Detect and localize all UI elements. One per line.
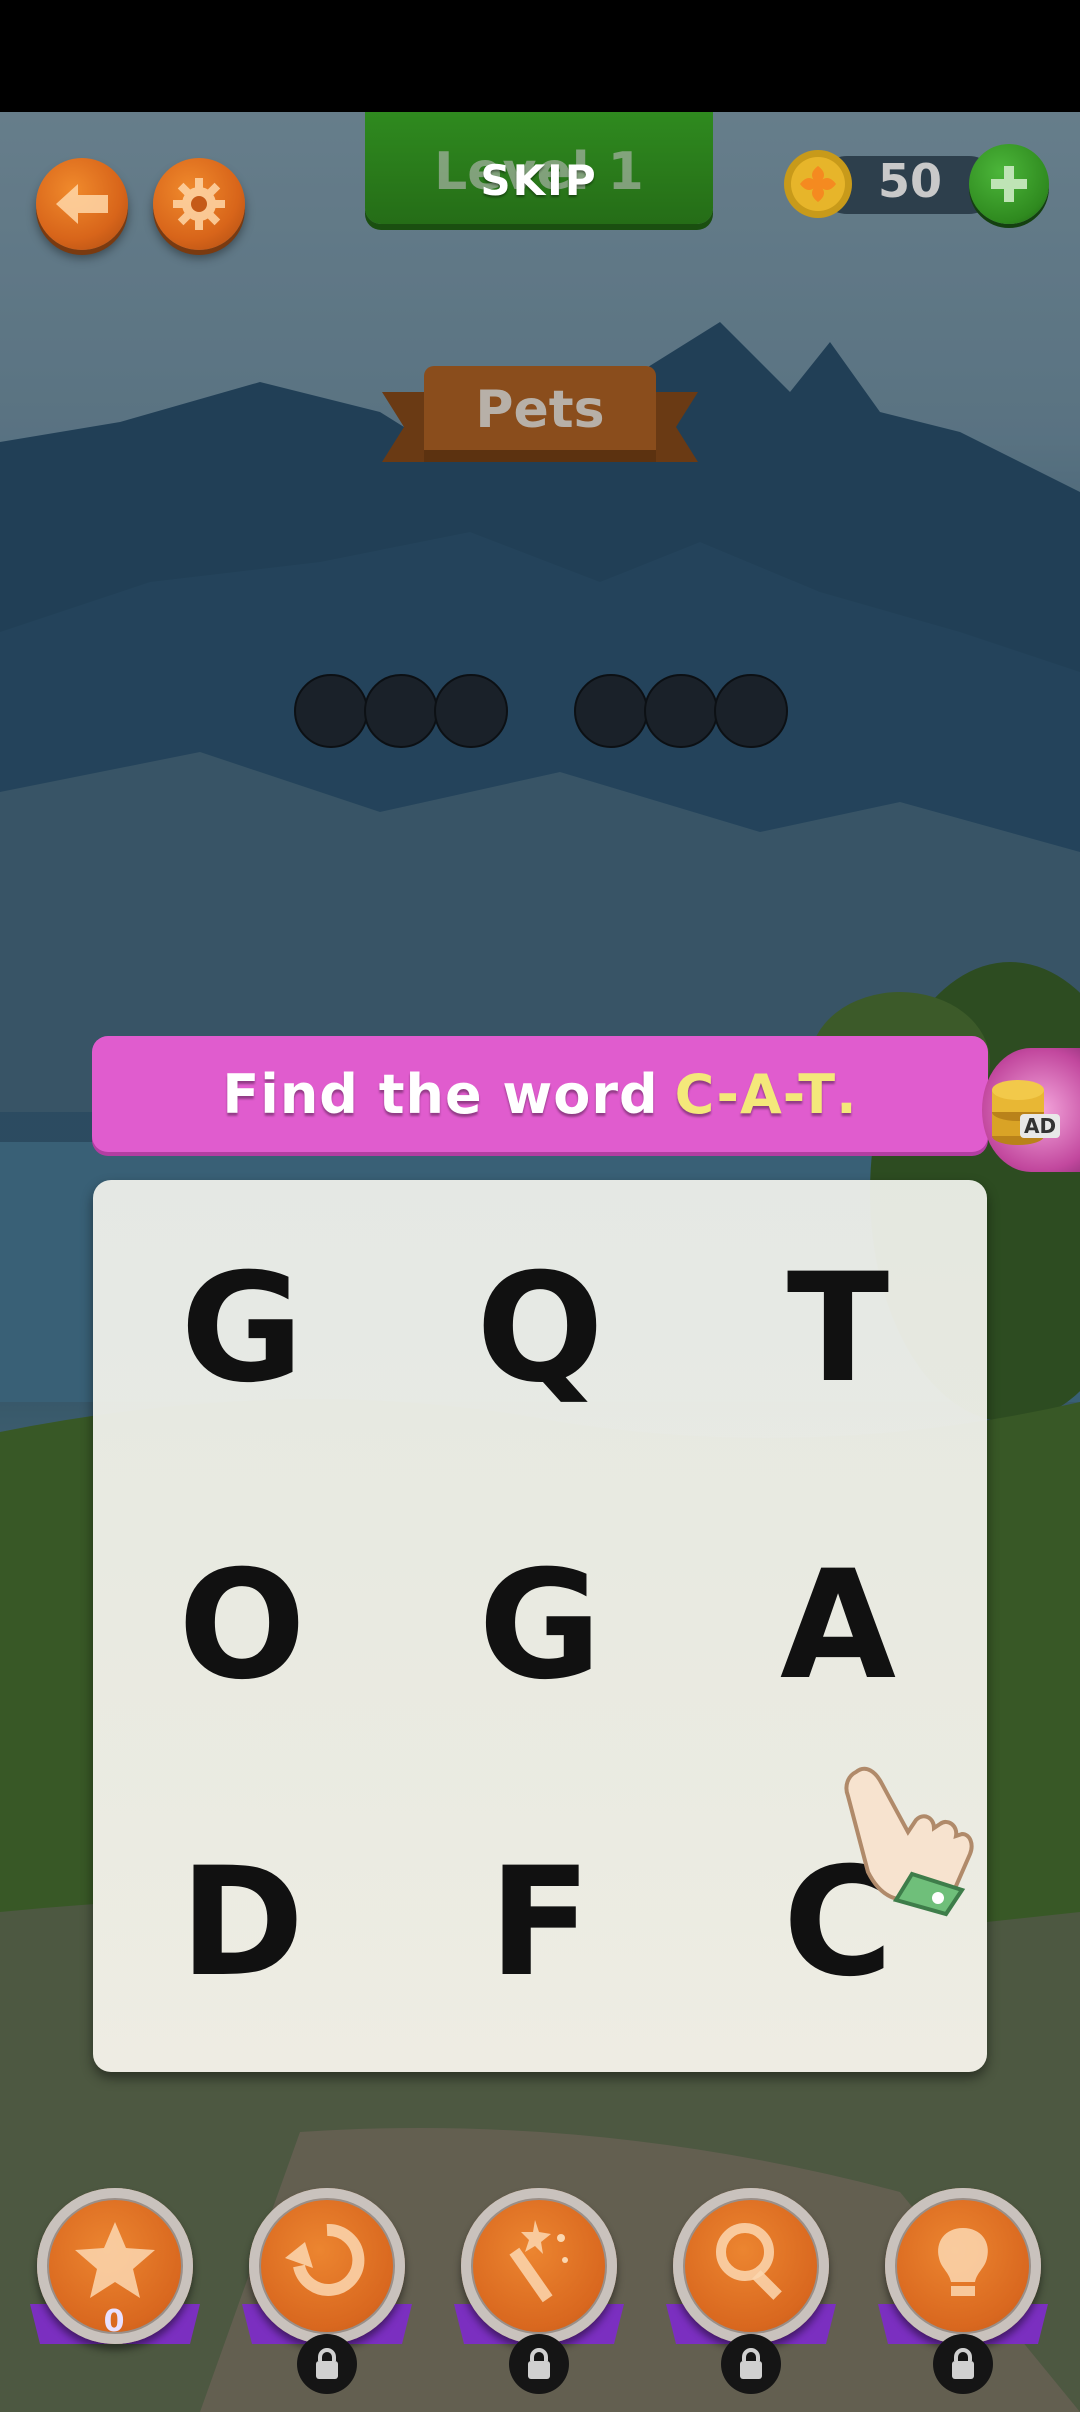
answer-slot	[644, 674, 718, 748]
letter-grid: G Q T O G A D F C	[93, 1180, 987, 2072]
lock-icon	[721, 2334, 781, 2394]
lock-icon	[297, 2334, 357, 2394]
instruction-target-word: C-A-T	[674, 1062, 837, 1126]
star-icon	[75, 2222, 155, 2298]
letter-tile[interactable]: G	[93, 1180, 391, 1477]
hint-booster-button[interactable]	[885, 2188, 1041, 2344]
letter-tile[interactable]: A	[689, 1477, 987, 1774]
settings-button[interactable]	[153, 158, 245, 250]
status-bar	[0, 0, 1080, 112]
letter-tile[interactable]: Q	[391, 1180, 689, 1477]
answer-slot	[574, 674, 648, 748]
answer-slot	[714, 674, 788, 748]
lock-icon	[933, 2334, 993, 2394]
star-count: 0	[103, 2304, 125, 2339]
back-arrow-icon	[56, 184, 108, 224]
answer-slot	[294, 674, 368, 748]
undo-icon	[285, 2223, 365, 2296]
undo-booster-button[interactable]	[249, 2188, 405, 2344]
tutorial-hand-icon	[844, 1766, 974, 1917]
answer-slot	[434, 674, 508, 748]
category-title: Pets	[475, 380, 605, 440]
instruction-suffix: .	[836, 1062, 858, 1126]
coin-icon	[784, 150, 852, 218]
tutorial-instruction: Find the word C-A-T .	[92, 1036, 988, 1152]
letter-tile[interactable]: T	[689, 1180, 987, 1477]
gear-icon	[173, 178, 225, 230]
skip-button[interactable]: SKIP	[365, 156, 713, 205]
letter-tile[interactable]: G	[391, 1477, 689, 1774]
magnifier-icon	[716, 2223, 782, 2300]
back-button[interactable]	[36, 158, 128, 250]
level-banner[interactable]: Level 1 SKIP	[365, 112, 713, 224]
magic-wand-booster-button[interactable]	[461, 2188, 617, 2344]
ad-coins-button[interactable]: AD	[982, 1048, 1080, 1172]
instruction-prefix: Find the word	[222, 1062, 659, 1126]
coin-value: 50	[877, 154, 942, 208]
lightbulb-icon	[938, 2228, 988, 2296]
add-coins-button[interactable]	[969, 144, 1049, 224]
answer-slot	[364, 674, 438, 748]
magnifier-booster-button[interactable]	[673, 2188, 829, 2344]
plus-icon	[991, 166, 1027, 202]
letter-tile[interactable]: F	[391, 1774, 689, 2071]
letter-tile[interactable]: D	[93, 1774, 391, 2071]
lock-icon	[509, 2334, 569, 2394]
magic-wand-icon	[509, 2220, 568, 2303]
letter-tile[interactable]: O	[93, 1477, 391, 1774]
ad-badge: AD	[1020, 1114, 1061, 1138]
